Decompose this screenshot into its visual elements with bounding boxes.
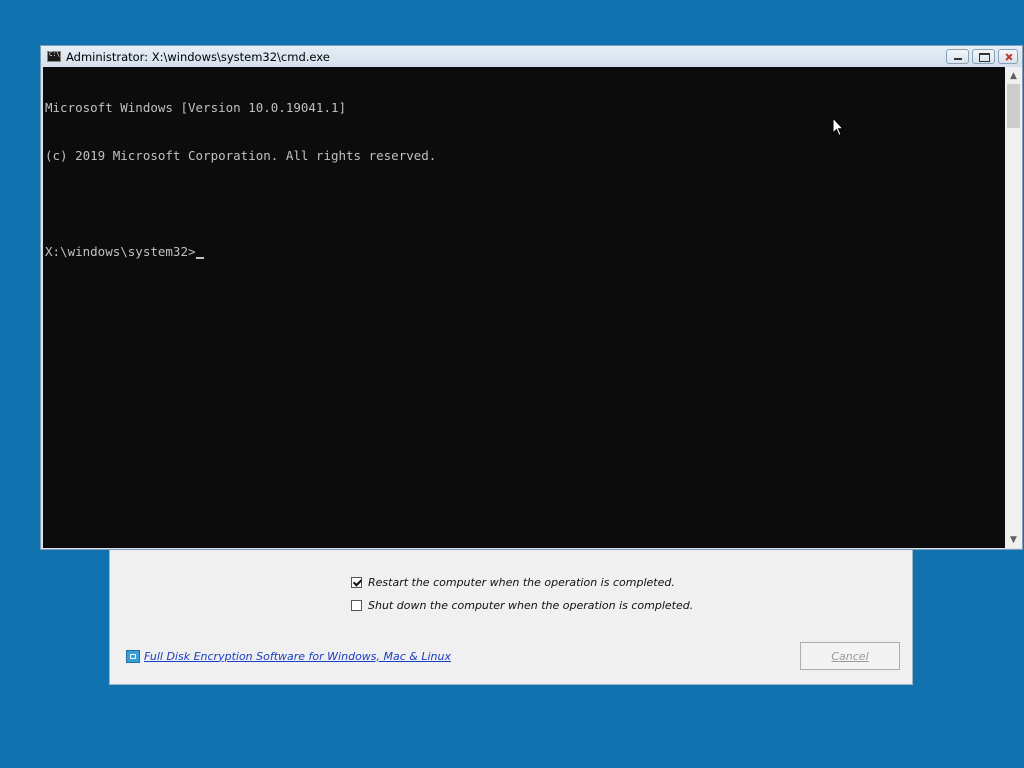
cmd-app-icon[interactable] xyxy=(47,51,61,62)
text-caret xyxy=(195,257,204,259)
restart-option-label: Restart the computer when the operation … xyxy=(368,575,675,589)
lock-icon xyxy=(126,649,140,663)
prompt-line: X:\windows\system32> xyxy=(45,244,1005,260)
cancel-button[interactable]: Cancel xyxy=(800,642,900,670)
scrollbar-thumb[interactable] xyxy=(1007,84,1020,128)
shutdown-checkbox[interactable] xyxy=(351,599,362,611)
console-line: Microsoft Windows [Version 10.0.19041.1] xyxy=(45,100,347,115)
console-line: (c) 2019 Microsoft Corporation. All righ… xyxy=(45,148,437,163)
promo-link[interactable]: Full Disk Encryption Software for Window… xyxy=(144,650,451,663)
restart-checkbox[interactable] xyxy=(351,576,362,588)
scroll-down-icon[interactable]: ▼ xyxy=(1005,531,1022,548)
scroll-up-icon[interactable]: ▲ xyxy=(1005,67,1022,84)
title-bar[interactable]: Administrator: X:\windows\system32\cmd.e… xyxy=(41,46,1022,67)
maximize-button[interactable] xyxy=(972,49,995,64)
prompt-text: X:\windows\system32> xyxy=(45,244,196,259)
restart-option[interactable]: Restart the computer when the operation … xyxy=(351,574,675,590)
encryption-dialog: Restart the computer when the operation … xyxy=(109,545,913,685)
shutdown-option-label: Shut down the computer when the operatio… xyxy=(368,598,694,612)
vertical-scrollbar[interactable]: ▲ ▼ xyxy=(1005,67,1022,548)
window-controls xyxy=(946,49,1018,64)
cmd-window: Administrator: X:\windows\system32\cmd.e… xyxy=(40,45,1023,550)
shutdown-option[interactable]: Shut down the computer when the operatio… xyxy=(351,597,693,613)
console-output[interactable]: Microsoft Windows [Version 10.0.19041.1]… xyxy=(43,67,1005,548)
close-button[interactable] xyxy=(998,49,1018,64)
promo-link-row: Full Disk Encryption Software for Window… xyxy=(126,648,451,664)
window-title: Administrator: X:\windows\system32\cmd.e… xyxy=(66,49,330,64)
mouse-pointer-icon xyxy=(832,117,844,137)
minimize-button[interactable] xyxy=(946,49,969,64)
